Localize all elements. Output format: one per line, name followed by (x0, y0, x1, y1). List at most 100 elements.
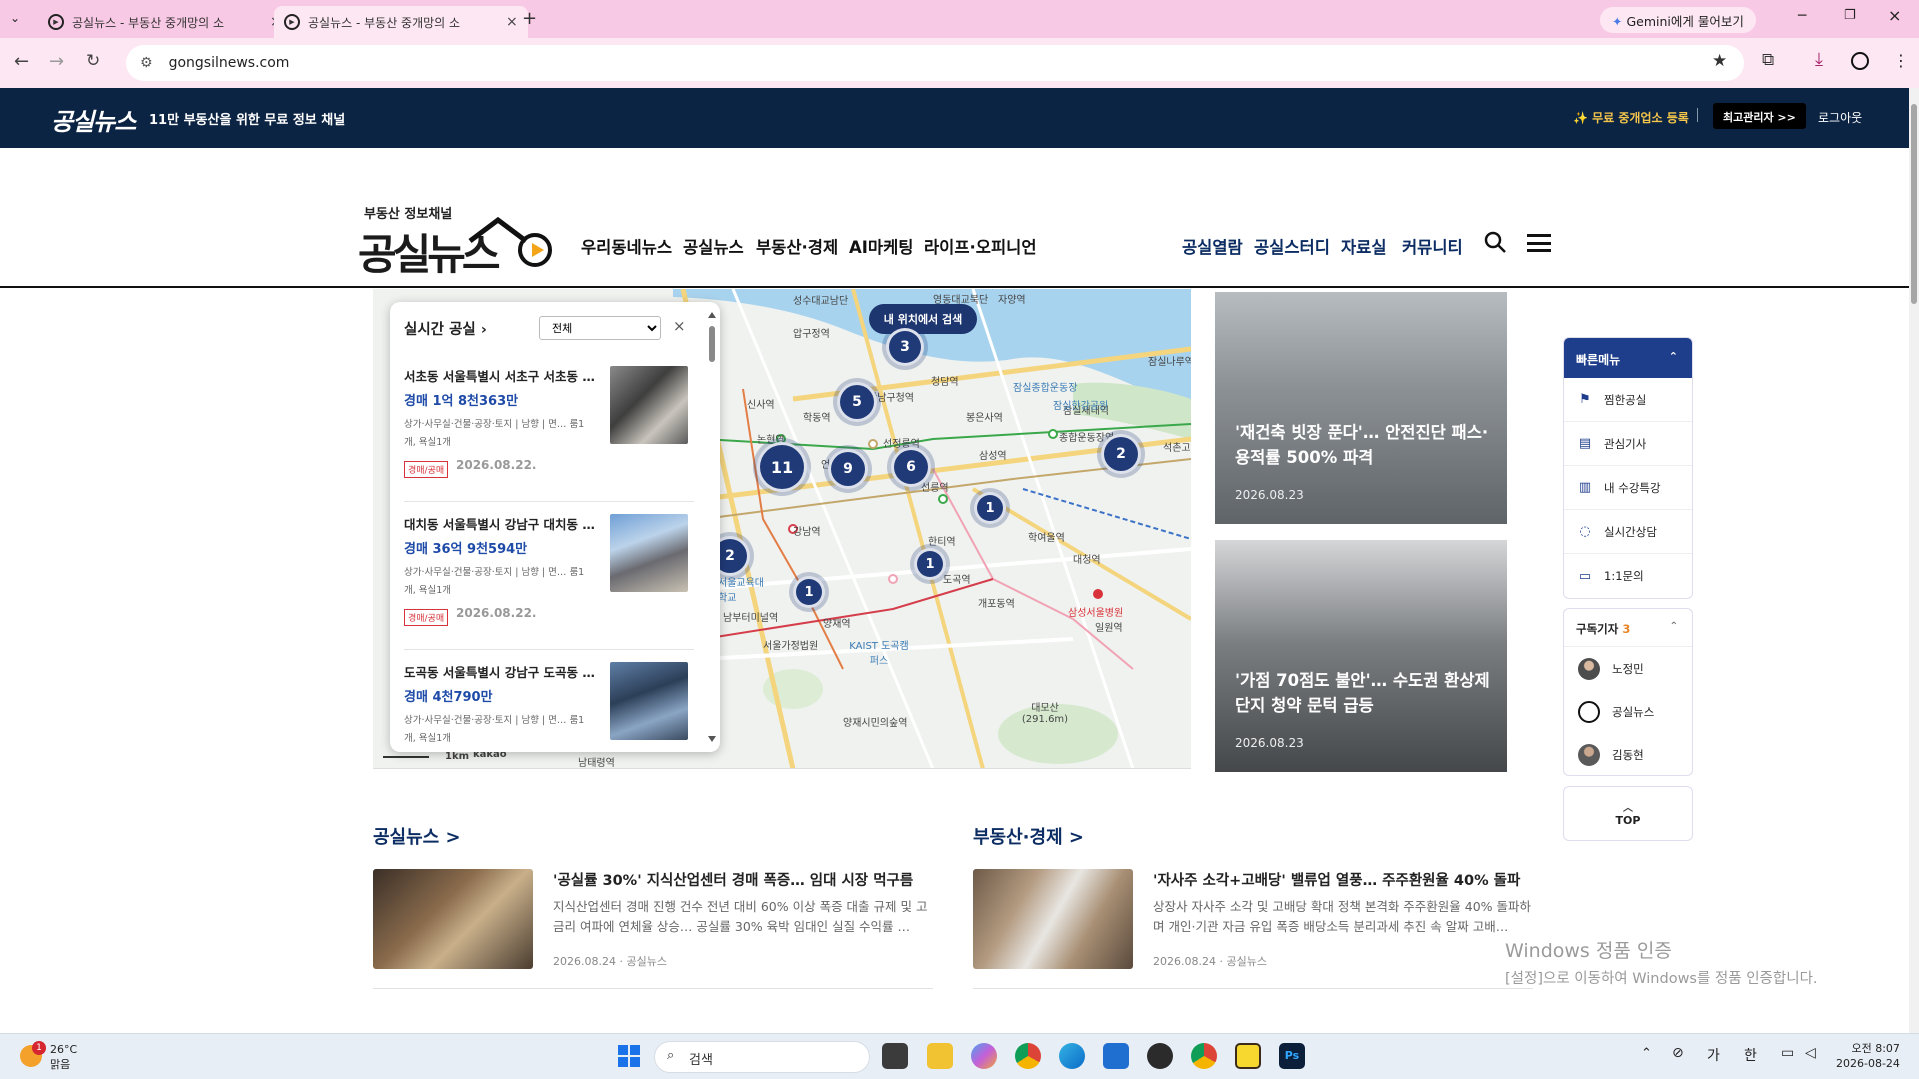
site-info-icon[interactable]: ⚙ (140, 55, 153, 71)
scrollbar-thumb[interactable] (1911, 104, 1917, 304)
copilot-icon[interactable] (971, 1043, 997, 1069)
map-cluster[interactable]: 2 (1101, 434, 1141, 474)
forward-icon[interactable]: → (49, 51, 64, 72)
subscribed-header[interactable]: 구독기자 3 ⌃ (1564, 609, 1692, 647)
nav-realestate-economy[interactable]: 부동산·경제 (756, 234, 838, 258)
windows-start-icon[interactable] (617, 1044, 641, 1068)
close-tab-icon[interactable]: × (506, 14, 518, 30)
map-cluster[interactable]: 1 (974, 492, 1006, 524)
map-cluster[interactable]: 1 (914, 548, 946, 580)
quick-menu-item[interactable]: ▥ 내 수강특강 (1564, 466, 1692, 510)
panel-scrollbar[interactable] (708, 312, 716, 742)
nav-local-news[interactable]: 우리동네뉴스 (581, 234, 672, 258)
tray-overflow-icon[interactable]: ⌃ (1641, 1046, 1652, 1061)
weather-widget[interactable]: 26°C 맑음 (50, 1042, 77, 1072)
map-cluster[interactable]: 3 (886, 328, 924, 366)
hamburger-menu-icon[interactable] (1527, 234, 1551, 252)
photoshop-icon[interactable]: Ps (1279, 1043, 1305, 1069)
obs-icon[interactable] (1147, 1043, 1173, 1069)
quick-menu-item[interactable]: ⚑ 찜한공실 (1564, 378, 1692, 422)
map-cluster[interactable]: 1 (793, 576, 825, 608)
browser-tab-1[interactable]: ▶ 공실뉴스 - 부동산 중개망의 소 × (38, 6, 292, 38)
listing-item[interactable]: 대치동 서울특별시 강남구 대치동 … 경매 36억 9천594만 상가·사무실… (404, 502, 694, 650)
admin-button[interactable]: 최고관리자 >> (1713, 103, 1806, 129)
map-label: 잠실나루역 (1148, 357, 1191, 368)
map-cluster[interactable]: 5 (837, 382, 877, 422)
site-logo[interactable]: 공실뉴스 (51, 102, 136, 137)
store-icon[interactable] (1103, 1043, 1129, 1069)
gemini-button[interactable]: ✦ Gemini에게 물어보기 (1600, 7, 1756, 33)
quick-menu-label: 1:1문의 (1604, 569, 1644, 583)
quick-menu-label: 찜한공실 (1604, 392, 1647, 407)
display-icon[interactable]: ▭ (1781, 1045, 1794, 1061)
nav-gongsil-study[interactable]: 공실스터디 (1254, 234, 1330, 258)
system-clock[interactable]: 오전 8:07 2026-08-24 (1836, 1041, 1900, 1071)
bookmark-star-icon[interactable]: ★ (1712, 51, 1727, 71)
reporter-item[interactable]: 노정민 (1564, 647, 1692, 690)
tab-search-icon[interactable]: ⌄ (10, 11, 20, 25)
map-label: 양재역 (823, 619, 851, 630)
feature-card[interactable]: '가점 70점도 불안'… 수도권 환상제단지 청약 문턱 급등 2026.08… (1215, 540, 1507, 772)
map-label: 도곡역 (943, 575, 971, 586)
quick-menu-item[interactable]: ▭ 1:1문의 (1564, 554, 1692, 598)
taskbar-search[interactable]: ⌕ 검색 (654, 1041, 870, 1073)
more-menu-icon[interactable]: ⋮ (1893, 51, 1909, 70)
quick-menu-item[interactable]: ▤ 관심기사 (1564, 422, 1692, 466)
windows-activation-watermark: Windows 정품 인증 [설정]으로 이동하여 Windows를 정품 인증… (1505, 936, 1818, 988)
nav-vacancy-view[interactable]: 공실열람 (1182, 234, 1243, 258)
site-favicon-icon: ▶ (48, 14, 64, 30)
listing-item[interactable]: 서초동 서울특별시 서초구 서초동 … 경매 1억 8천363만 상가·사무실·… (404, 354, 694, 502)
feature-card[interactable]: '재건축 빗장 푼다'… 안전진단 패스·용적률 500% 파격 2026.08… (1215, 292, 1507, 524)
page-scrollbar[interactable] (1909, 88, 1919, 1033)
restore-button[interactable]: ❐ (1844, 8, 1856, 23)
ime-mode[interactable]: 가 (1707, 1045, 1720, 1065)
kakaotalk-icon[interactable] (1235, 1043, 1261, 1069)
network-icon[interactable]: ⊘ (1672, 1045, 1684, 1061)
file-explorer-icon[interactable] (927, 1043, 953, 1069)
reload-icon[interactable]: ↻ (86, 51, 100, 71)
address-bar[interactable]: ⚙ gongsilnews.com (126, 45, 1744, 81)
realtime-panel-title[interactable]: 실시간 공실 › (404, 318, 487, 339)
brand-logo[interactable]: 부동산 정보채널 공실뉴스 (358, 203, 558, 279)
section-title-economy[interactable]: 부동산·경제 > (973, 823, 1084, 849)
news-thumbnail (973, 869, 1133, 969)
search-icon[interactable] (1483, 230, 1507, 254)
close-window-button[interactable]: × (1888, 6, 1901, 25)
task-view-icon[interactable] (882, 1043, 908, 1069)
quick-menu-item[interactable]: ◌ 실시간상담 (1564, 510, 1692, 554)
reporter-item[interactable]: 김동현 (1564, 733, 1692, 776)
map-cluster[interactable]: 11 (757, 442, 807, 492)
chrome-icon[interactable] (1015, 1043, 1041, 1069)
logout-link[interactable]: 로그아웃 (1818, 109, 1862, 126)
scroll-top-button[interactable]: ︿ TOP (1563, 786, 1693, 841)
map-cluster[interactable]: 9 (828, 449, 868, 489)
new-tab-button[interactable]: + (522, 8, 537, 29)
realtime-filter-select[interactable]: 전체 (539, 316, 661, 340)
section-title-gongsil-news[interactable]: 공실뉴스 > (373, 823, 461, 849)
volume-icon[interactable]: ◁ (1805, 1045, 1816, 1061)
ime-language[interactable]: 한 (1744, 1045, 1757, 1065)
listing-item[interactable]: 도곡동 서울특별시 강남구 도곡동 … 경매 4천790만 상가·사무실·건물·… (404, 650, 694, 752)
nav-gongsil-news[interactable]: 공실뉴스 (683, 234, 744, 258)
reporter-item[interactable]: 공실뉴스 (1564, 690, 1692, 733)
quick-menu-header[interactable]: 빠른메뉴 ⌃ (1564, 338, 1692, 378)
nav-ai-marketing[interactable]: AI마케팅 (849, 234, 913, 258)
nav-community[interactable]: 커뮤니티 (1402, 234, 1463, 258)
nav-life-opinion[interactable]: 라이프·오피니언 (924, 234, 1037, 258)
close-icon[interactable]: × (673, 317, 686, 335)
weather-icon[interactable]: 1 (20, 1041, 46, 1067)
map-cluster[interactable]: 6 (891, 447, 931, 487)
browser-tab-2[interactable]: ▶ 공실뉴스 - 부동산 중개망의 소 × (274, 6, 528, 38)
register-agency-link[interactable]: ✨ 무료 중개업소 등록 (1573, 109, 1689, 126)
back-icon[interactable]: ← (14, 51, 29, 72)
chrome-profile-icon[interactable] (1191, 1043, 1217, 1069)
nav-library[interactable]: 자료실 (1341, 234, 1387, 258)
profile-icon[interactable] (1851, 52, 1869, 70)
news-item[interactable]: '공실률 30%' 지식산업센터 경매 폭증… 임대 시장 먹구름 지식산업센터… (373, 869, 933, 989)
news-item[interactable]: '자사주 소각+고배당' 밸류업 열풍… 주주환원율 40% 돌파 상장사 자사… (973, 869, 1533, 989)
search-my-location-button[interactable]: 내 위치에서 검색 (869, 304, 977, 334)
minimize-button[interactable]: ─ (1798, 8, 1806, 24)
edge-icon[interactable] (1059, 1043, 1085, 1069)
extensions-icon[interactable]: ⧉ (1762, 50, 1774, 70)
download-icon[interactable]: ⤓ (1815, 49, 1823, 70)
